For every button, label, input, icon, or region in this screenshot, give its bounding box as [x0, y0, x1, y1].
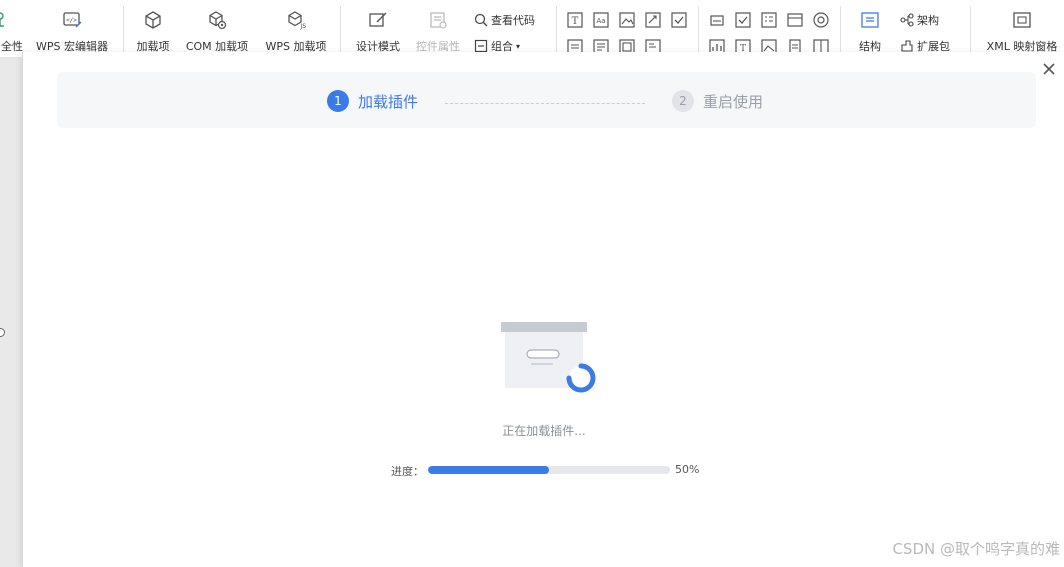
ribbon-structure-button[interactable]: 结构 [848, 0, 892, 57]
ribbon-separator [698, 6, 699, 52]
step-label: 加载插件 [358, 92, 419, 111]
progress-fill [428, 466, 549, 474]
rich-text-control-icon[interactable]: Aa [592, 11, 610, 29]
schema-button[interactable]: 架构 [900, 12, 939, 28]
ribbon-separator [970, 6, 971, 52]
watermark: CSDN @取个鸣字真的难 [892, 540, 1060, 558]
view-code-button[interactable]: 查看代码 [474, 12, 535, 28]
progress-percent: 50% [675, 463, 700, 476]
control-props-icon [430, 12, 447, 29]
step-1: 1 加载插件 [327, 90, 418, 112]
ribbon-addin-button[interactable]: 加载项 [132, 0, 174, 57]
step-indicator: 1 加载插件 2 重启使用 [57, 72, 1036, 128]
ribbon-macro-editor-button[interactable]: </> WPS 宏编辑器 [30, 0, 114, 57]
svg-text:</>: </> [66, 17, 77, 24]
ribbon-toolbar: 全性 </> WPS 宏编辑器 加载项 COM 加载项 JS WPS 加载项 设… [0, 0, 1064, 58]
ribbon-item-label: 全性 [1, 40, 23, 53]
schema-label: 架构 [917, 14, 939, 27]
checked-box-icon[interactable] [734, 11, 752, 29]
ribbon-separator [123, 6, 124, 52]
step-number: 1 [327, 90, 349, 112]
com-addin-icon [209, 11, 227, 30]
option-list-icon[interactable] [760, 11, 778, 29]
picture-control-icon[interactable] [618, 11, 636, 29]
ribbon-security-button[interactable]: 全性 [0, 0, 24, 57]
step-connector [445, 103, 645, 104]
ribbon-control-props-button[interactable]: 控件属性 [412, 0, 464, 57]
svg-text:JS: JS [300, 23, 307, 30]
ribbon-separator [840, 6, 841, 52]
expansion-pack-icon [901, 40, 913, 52]
progress-label: 进度： [391, 465, 424, 478]
svg-text:T: T [572, 16, 579, 27]
progress-bar [428, 466, 670, 474]
print-control-icon[interactable] [708, 11, 726, 29]
step-label: 重启使用 [703, 92, 764, 111]
chevron-down-icon: ▾ [516, 41, 521, 51]
document-edge [0, 58, 22, 567]
loading-box-illustration [501, 322, 596, 393]
combo-control-icon[interactable] [644, 11, 662, 29]
plugin-loading-dialog: 1 加载插件 2 重启使用 正在加载插件... 进度： 50% CSDN @取个… [22, 52, 1064, 567]
frame-control-icon[interactable] [786, 11, 804, 29]
ribbon-separator [340, 6, 341, 52]
checkbox-control-icon[interactable] [670, 11, 688, 29]
step-number: 2 [672, 90, 694, 112]
design-mode-icon [369, 12, 387, 27]
structure-icon [861, 12, 879, 28]
radio-control-icon[interactable] [812, 11, 830, 29]
group-icon [474, 39, 488, 53]
js-addin-icon: JS [288, 11, 307, 30]
loading-status-text: 正在加载插件... [502, 424, 586, 438]
ribbon-separator [556, 6, 557, 52]
ribbon-js-addin-button[interactable]: JS WPS 加载项 [260, 0, 332, 57]
ribbon-design-mode-button[interactable]: 设计模式 [350, 0, 406, 57]
macro-editor-icon: </> [63, 12, 82, 28]
ribbon-com-addin-button[interactable]: COM 加载项 [180, 0, 254, 57]
resize-handle-icon[interactable] [0, 328, 5, 337]
schema-icon [900, 13, 914, 27]
view-code-label: 查看代码 [491, 14, 535, 27]
addin-cube-icon [145, 11, 161, 29]
security-icon [0, 12, 4, 27]
view-code-icon [474, 13, 488, 27]
ribbon-xml-map-button[interactable]: XML 映射窗格 [980, 0, 1064, 57]
svg-text:Aa: Aa [596, 17, 605, 25]
close-icon[interactable] [1040, 60, 1058, 78]
text-control-icon[interactable]: T [566, 11, 584, 29]
xml-map-icon [1013, 12, 1031, 28]
step-2: 2 重启使用 [672, 90, 763, 112]
